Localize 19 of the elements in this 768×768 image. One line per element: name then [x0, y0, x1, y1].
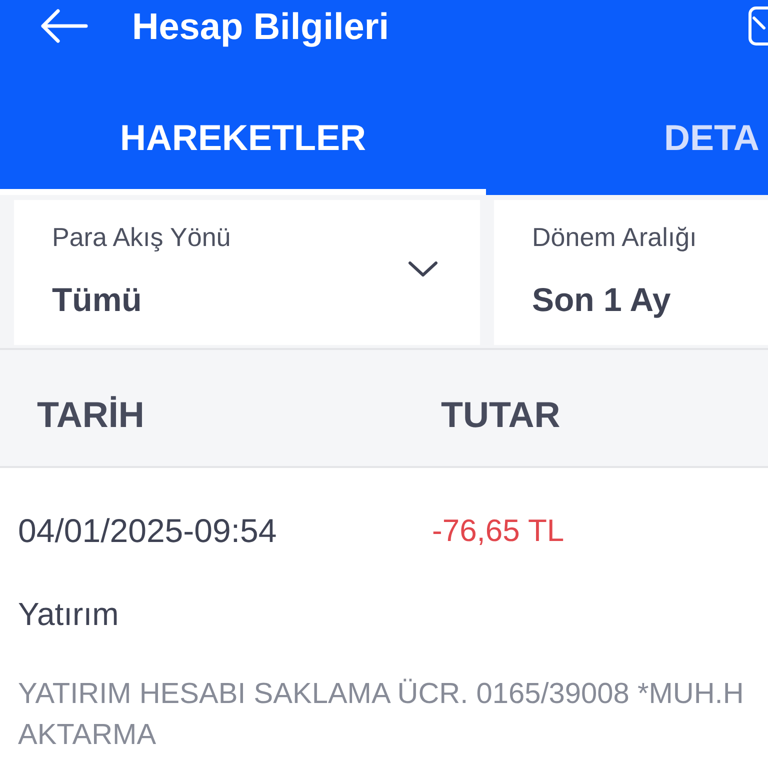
back-arrow-icon — [40, 9, 88, 43]
filter-dropdown[interactable]: Dönem Aralığı Son 1 Ay — [494, 200, 768, 345]
back-button[interactable] — [40, 9, 88, 43]
filter-value: Son 1 Ay — [532, 280, 672, 320]
column-header: TARİH — [37, 392, 146, 436]
screen-title: Hesap Bilgileri — [132, 8, 390, 44]
transaction-description: YATIRIM HESABI SAKLAMA ÜCR. 0165/39008 *MUH.H — [18, 677, 745, 712]
column-header: TUTAR — [441, 392, 560, 436]
tab[interactable]: HAREKETLER — [0, 52, 486, 195]
tab[interactable]: DETA — [486, 52, 768, 195]
filter-value: Tümü — [52, 280, 143, 320]
filter-dropdown[interactable]: Para Akış Yönü Tümü — [14, 200, 480, 345]
transaction-date: 04/01/2025-09:54 — [18, 511, 278, 551]
envelope-icon[interactable] — [748, 6, 768, 46]
filter-label: Para Akış Yönü — [52, 222, 231, 252]
filter-label: Dönem Aralığı — [532, 222, 697, 252]
transaction-category: Yatırım — [18, 595, 120, 634]
transaction-amount: -76,65 TL — [432, 512, 564, 550]
transaction-description: AKTARMA — [18, 718, 158, 753]
